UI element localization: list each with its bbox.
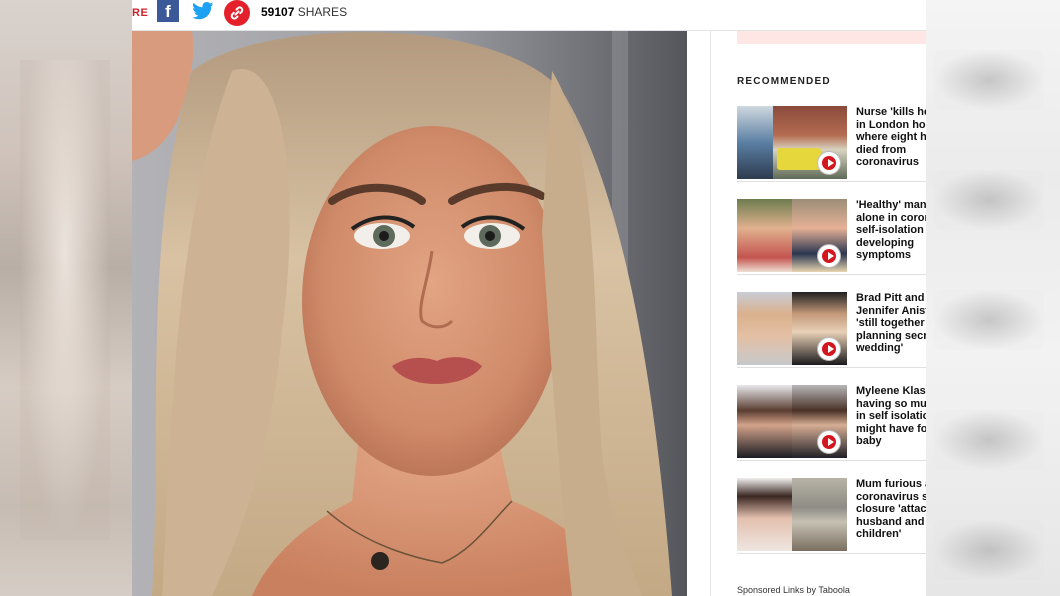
blurred-background-left	[0, 0, 132, 596]
portrait-photo	[132, 31, 687, 596]
recommended-headline[interactable]: Nurse 'kills he in London hos where eigh…	[856, 106, 926, 169]
share-label: RE	[132, 7, 149, 19]
article-hero-image[interactable]	[132, 31, 687, 596]
recommended-thumbnail[interactable]	[737, 385, 847, 458]
recommended-item[interactable]: Mum furious a coronavirus sc closure 'at…	[737, 477, 926, 554]
copy-link-button[interactable]	[224, 0, 250, 26]
twitter-icon	[192, 2, 214, 20]
recommended-item[interactable]: 'Healthy' man alone in coron self-isolat…	[737, 198, 926, 275]
recommended-item[interactable]: Nurse 'kills he in London hos where eigh…	[737, 105, 926, 182]
play-icon	[817, 337, 841, 361]
article-page: RE f 59107 SHARES RECOMMENDED Nurse 'kil…	[132, 0, 926, 596]
blur-patch	[934, 520, 1044, 580]
recommended-headline[interactable]: Brad Pitt and Jennifer Anisto 'still tog…	[856, 292, 926, 355]
share-count-label: SHARES	[297, 5, 348, 19]
recommended-thumbnail[interactable]	[737, 478, 847, 551]
play-icon	[817, 244, 841, 268]
recommended-headline[interactable]: Myleene Klass having so muc in self isol…	[856, 385, 926, 448]
recommended-list: Nurse 'kills he in London hos where eigh…	[737, 105, 926, 570]
blurred-background-right	[926, 0, 1060, 596]
blur-patch	[934, 50, 1044, 110]
recommended-thumbnail[interactable]	[737, 106, 847, 179]
play-icon	[817, 151, 841, 175]
blur-patch	[934, 170, 1044, 230]
facebook-share-button[interactable]: f	[157, 0, 179, 22]
share-count: 59107 SHARES	[261, 5, 347, 19]
recommended-thumbnail[interactable]	[737, 292, 847, 365]
share-count-number: 59107	[261, 5, 295, 19]
sponsored-links[interactable]: Sponsored Links by Taboola	[737, 585, 850, 595]
recommended-item[interactable]: Myleene Klass having so muc in self isol…	[737, 384, 926, 461]
sidebar-top-strip	[737, 31, 926, 44]
blur-patch	[934, 410, 1044, 470]
recommended-item[interactable]: Brad Pitt and Jennifer Anisto 'still tog…	[737, 291, 926, 368]
share-bar: RE f 59107 SHARES	[132, 0, 926, 31]
facebook-icon: f	[165, 2, 171, 21]
recommended-thumbnail[interactable]	[737, 199, 847, 272]
recommended-heading: RECOMMENDED	[737, 76, 831, 87]
twitter-share-button[interactable]	[192, 2, 214, 20]
link-icon	[230, 6, 244, 20]
play-icon	[817, 430, 841, 454]
recommended-headline[interactable]: 'Healthy' man alone in coron self-isolat…	[856, 199, 926, 262]
column-divider	[710, 31, 711, 596]
blur-patch	[934, 290, 1044, 350]
recommended-headline[interactable]: Mum furious a coronavirus sc closure 'at…	[856, 478, 926, 541]
